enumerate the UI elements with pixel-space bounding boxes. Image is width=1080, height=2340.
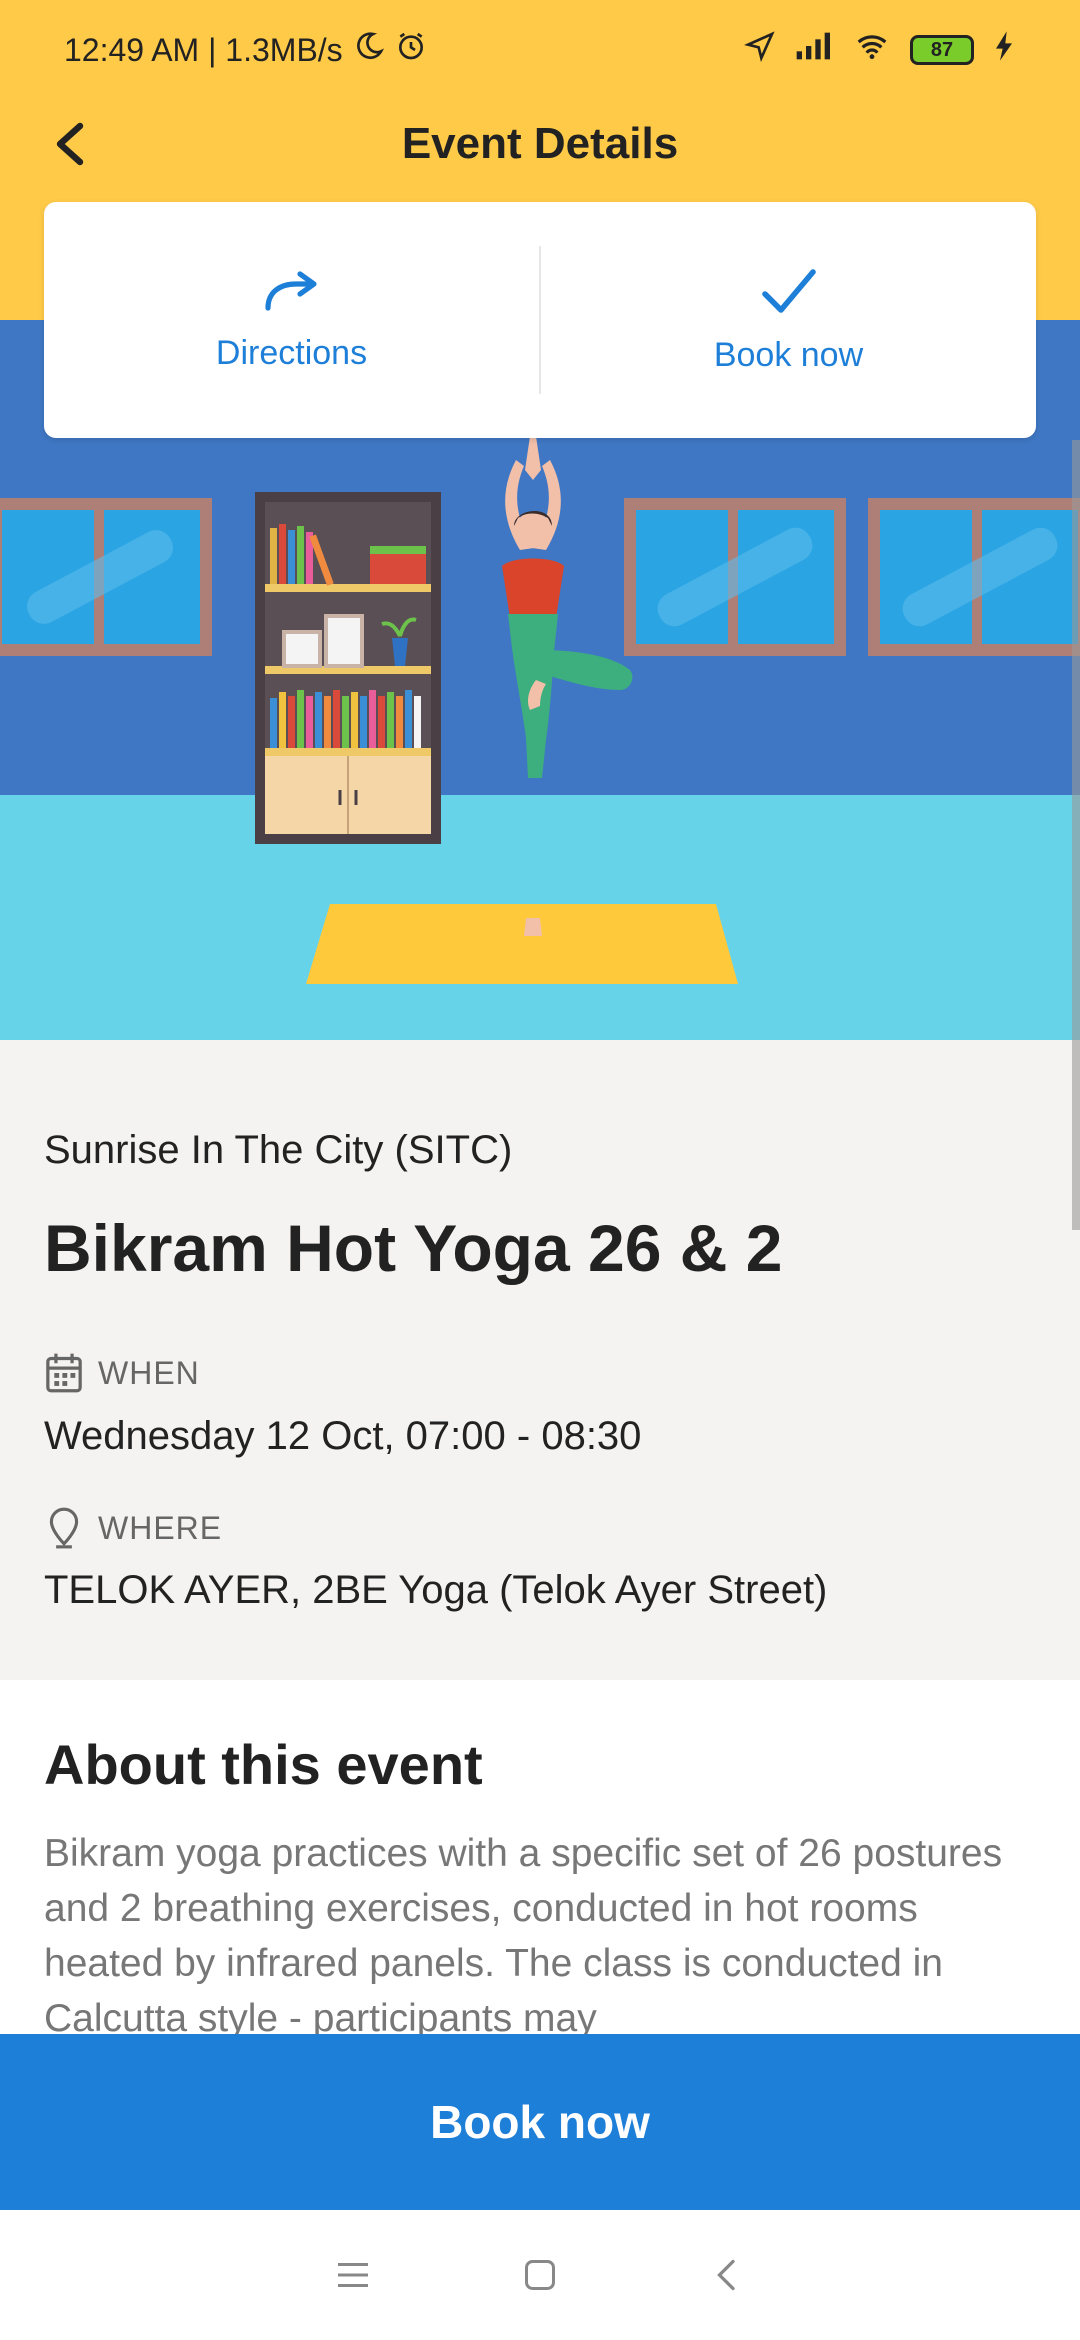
charging-icon — [992, 30, 1016, 70]
moon-icon — [353, 30, 385, 70]
about-text: Bikram yoga practices with a specific se… — [44, 1832, 1003, 2040]
back-triangle-icon — [716, 2259, 735, 2291]
status-left: 12:49 AM | 1.3MB/s — [64, 30, 427, 70]
location-arrow-icon — [743, 30, 776, 70]
where-value[interactable]: TELOK AYER, 2BE Yoga (Telok Ayer Street) — [44, 1568, 827, 1613]
directions-label: Directions — [215, 333, 368, 372]
when-value: Wednesday 12 Oct, 07:00 - 08:30 — [44, 1414, 642, 1458]
about-section: About this event Bikram yoga practices w… — [0, 1680, 1080, 2040]
calendar-icon — [46, 1353, 82, 1393]
book-now-top-button[interactable]: Book now — [541, 202, 1036, 438]
back-nav-button[interactable] — [697, 2245, 757, 2305]
checkmark-icon — [761, 268, 816, 313]
menu-icon — [338, 2263, 369, 2287]
scroll-indicator[interactable] — [1072, 440, 1080, 1230]
book-now-button[interactable]: Book now — [0, 2034, 1080, 2210]
when-label-row: WHEN — [44, 1352, 200, 1394]
when-label: WHEN — [98, 1354, 200, 1391]
organizer-name: Sunrise In The City (SITC) — [44, 1128, 513, 1172]
status-right: 87 — [743, 30, 1016, 70]
system-nav-bar — [0, 2210, 1080, 2340]
alarm-icon — [395, 30, 427, 70]
where-label-row: WHERE — [44, 1506, 222, 1550]
event-title: Bikram Hot Yoga 26 & 2 — [44, 1211, 783, 1285]
battery-icon: 87 — [910, 35, 974, 65]
status-time: 12:49 AM | 1.3MB/s — [64, 31, 343, 68]
page-title: Event Details — [401, 119, 679, 168]
where-label: WHERE — [98, 1509, 223, 1546]
signal-icon — [794, 30, 834, 70]
event-info: Sunrise In The City (SITC) Bikram Hot Yo… — [0, 1040, 1080, 1680]
about-title: About this event — [44, 1733, 483, 1796]
book-now-top-label: Book now — [713, 335, 864, 374]
menu-button[interactable] — [323, 2245, 383, 2305]
directions-button[interactable]: Directions — [44, 202, 539, 438]
status-bar: 12:49 AM | 1.3MB/s 87 — [0, 0, 1080, 100]
location-pin-icon — [49, 1507, 79, 1549]
home-square-icon — [524, 2260, 555, 2290]
home-button[interactable] — [510, 2245, 570, 2305]
book-now-label: Book now — [430, 2096, 650, 2148]
wifi-icon — [852, 30, 892, 70]
share-arrow-icon — [264, 270, 317, 311]
action-card: Directions Book now — [44, 202, 1036, 438]
